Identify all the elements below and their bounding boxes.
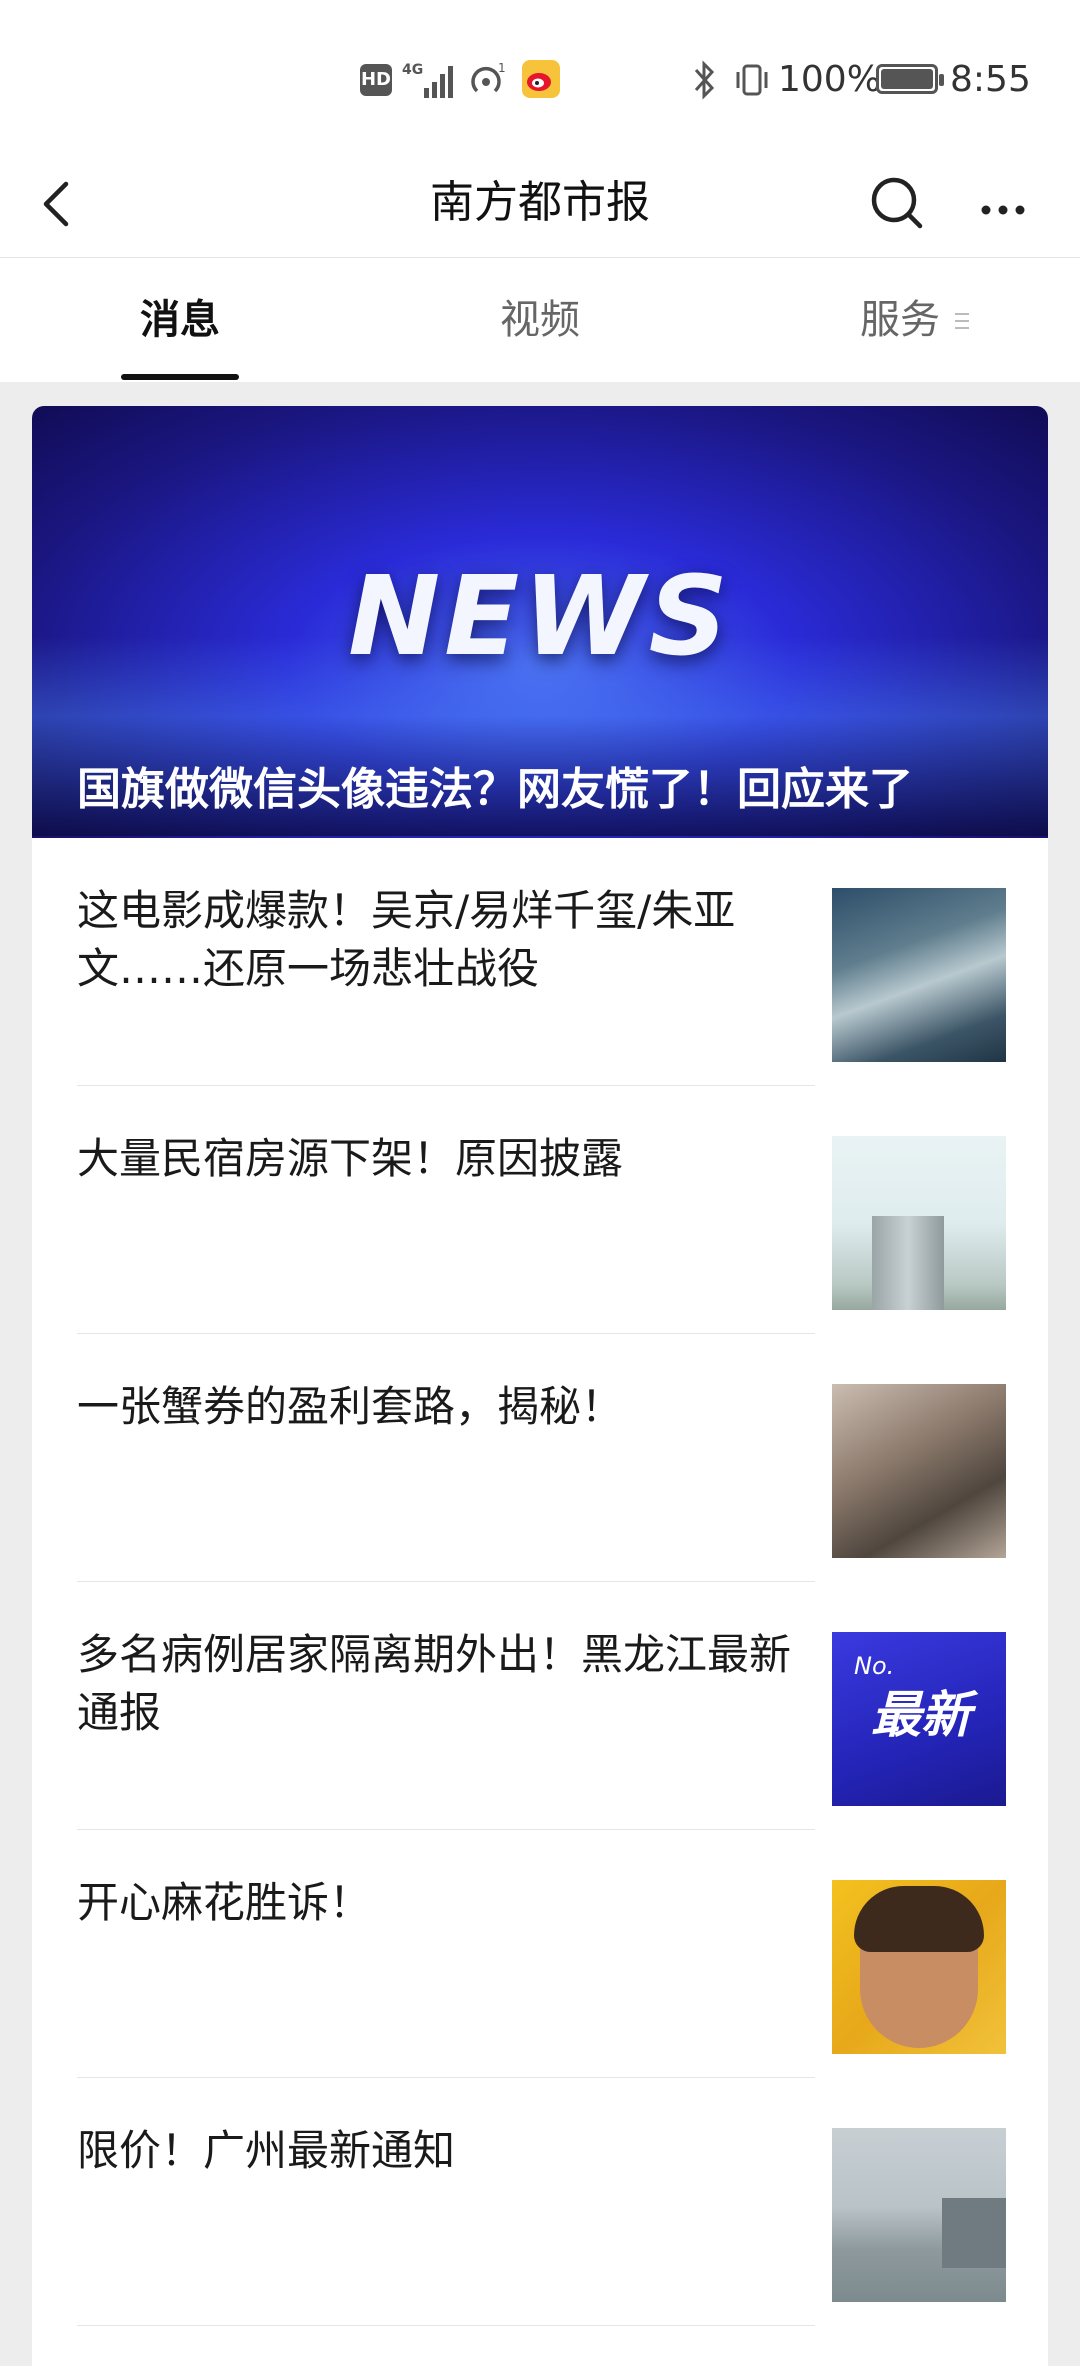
article-thumbnail <box>832 2128 1006 2302</box>
list-item[interactable]: 开心麻花胜诉！ <box>32 1830 1048 2078</box>
article-thumbnail <box>832 888 1006 1062</box>
list-item[interactable]: 限价！广州最新通知 <box>32 2078 1048 2326</box>
thumb-caption: No. <box>854 1652 895 1680</box>
chevron-left-icon[interactable] <box>30 172 94 236</box>
svg-text:1: 1 <box>498 61 506 75</box>
list-item[interactable]: 大量民宿房源下架！原因披露 <box>32 1086 1048 1334</box>
article-title: 这电影成爆款！吴京/易烊千玺/朱亚文……还原一场悲壮战役 <box>77 886 736 993</box>
bluetooth-icon <box>690 58 720 102</box>
news-card: NEWS 国旗做微信头像违法？网友慌了！回应来了 这电影成爆款！吴京/易烊千玺/… <box>32 406 1048 2366</box>
article-title: 限价！广州最新通知 <box>77 2126 456 2175</box>
tab-bar: 消息 视频 服务 <box>0 258 1080 382</box>
list-item[interactable]: 一张蟹券的盈利套路，揭秘！ <box>32 1334 1048 1582</box>
article-title: 大量民宿房源下架！原因披露 <box>77 1134 624 1183</box>
status-bar: HD 4G 1 100% 8:55 <box>0 0 1080 150</box>
headline-banner[interactable]: NEWS 国旗做微信头像违法？网友慌了！回应来了 <box>32 406 1048 838</box>
active-tab-indicator <box>121 374 239 380</box>
divider <box>77 2325 815 2326</box>
article-thumbnail <box>832 1384 1006 1558</box>
news-logo: NEWS <box>348 552 732 680</box>
article-title: 开心麻花胜诉！ <box>77 1878 372 1927</box>
clock: 8:55 <box>950 59 1031 100</box>
list-item[interactable]: 这电影成爆款！吴京/易烊千玺/朱亚文……还原一场悲壮战役 <box>32 838 1048 1086</box>
weibo-app-icon <box>522 60 560 98</box>
menu-lines-icon <box>953 310 973 332</box>
article-thumbnail: No. 最新 <box>832 1632 1006 1806</box>
hd-icon: HD <box>360 64 392 96</box>
article-title: 一张蟹券的盈利套路，揭秘！ <box>77 1382 624 1431</box>
article-thumbnail <box>832 1880 1006 2054</box>
thumb-text: 最新 <box>871 1686 971 1744</box>
more-dots-icon[interactable] <box>968 168 1038 238</box>
search-icon[interactable] <box>862 168 932 238</box>
headline-title: 国旗做微信头像违法？网友慌了！回应来了 <box>77 764 913 815</box>
hotspot-icon: 1 <box>468 60 508 104</box>
page-title: 南方都市报 <box>430 177 650 228</box>
article-thumbnail <box>832 1136 1006 1310</box>
vibrate-icon <box>730 58 774 102</box>
svg-text:4G: 4G <box>402 62 423 78</box>
list-item[interactable]: 多名病例居家隔离期外出！黑龙江最新通报 No. 最新 <box>32 1582 1048 1830</box>
nav-bar: 南方都市报 <box>0 150 1080 258</box>
battery-icon <box>876 64 944 94</box>
tab-videos[interactable]: 视频 <box>420 258 660 382</box>
signal-4g-icon: 4G <box>402 60 458 104</box>
tab-services[interactable]: 服务 <box>780 258 1020 382</box>
article-title: 多名病例居家隔离期外出！黑龙江最新通报 <box>77 1630 792 1737</box>
tab-messages[interactable]: 消息 <box>60 258 300 382</box>
